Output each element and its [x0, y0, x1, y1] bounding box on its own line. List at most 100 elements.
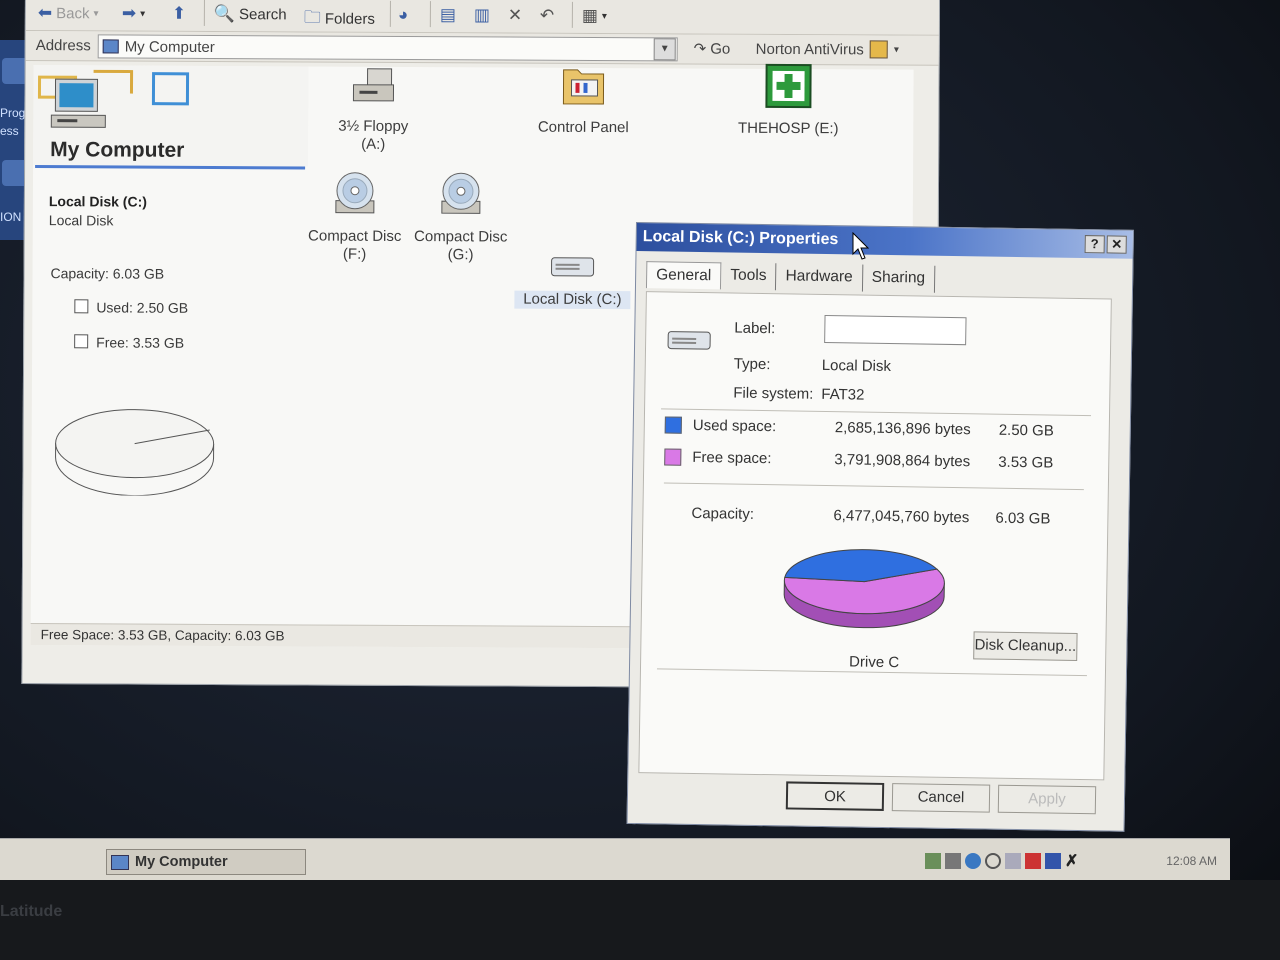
- copy-to-icon: ▥: [473, 5, 490, 25]
- clock: 12:08 AM: [1166, 854, 1217, 868]
- address-dropdown-button[interactable]: ▼: [653, 38, 676, 61]
- tab-sharing[interactable]: Sharing: [862, 264, 936, 293]
- folders-label: Folders: [324, 10, 375, 28]
- local-disk-c[interactable]: Local Disk (C:): [514, 254, 631, 310]
- item-label: Compact Disc: [413, 228, 508, 246]
- history-icon: ◕: [397, 4, 409, 25]
- tray-globe-icon[interactable]: [965, 853, 981, 869]
- cancel-button[interactable]: Cancel: [891, 783, 991, 813]
- views-grid-icon: ▦: [581, 5, 598, 26]
- volume-label-input[interactable]: [824, 314, 967, 346]
- used-space-gb: 2.50 GB: [998, 421, 1054, 440]
- general-tab-panel: Label: Type: Local Disk File system: FAT…: [638, 291, 1112, 781]
- help-button[interactable]: ?: [1084, 235, 1105, 254]
- tray-close-x-icon[interactable]: ✗: [1065, 851, 1078, 871]
- compact-disc-icon: [335, 172, 375, 214]
- tray-volume-icon[interactable]: [945, 853, 961, 869]
- go-label: Go: [710, 40, 731, 58]
- history-button[interactable]: ◕: [398, 5, 408, 25]
- move-to-button[interactable]: ▤: [440, 5, 456, 25]
- drive-usage-pie-chart: [783, 549, 945, 629]
- photo-scene: Prog ess ION ⬅ Back ▾ ➡ ▾ ⬆ 🔍 Search 🗀 F…: [0, 0, 1280, 960]
- desktop-label: ess: [0, 124, 19, 138]
- status-text: Free Space: 3.53 GB, Capacity: 6.03 GB: [40, 627, 285, 644]
- chevron-down-icon: ▾: [93, 7, 99, 19]
- back-arrow-icon: ⬅: [37, 3, 53, 23]
- disk-usage-mini-pie: [55, 409, 215, 497]
- norton-label: Norton AntiVirus: [755, 40, 864, 58]
- apply-button[interactable]: Apply: [997, 784, 1097, 815]
- monitor-bezel: [0, 880, 1280, 960]
- undo-button[interactable]: ↶: [540, 6, 554, 26]
- disk-cleanup-button[interactable]: Disk Cleanup...: [973, 631, 1078, 661]
- free-space-gb: 3.53 GB: [998, 453, 1054, 472]
- network-drive-e[interactable]: THEHOSP (E:): [733, 63, 843, 139]
- delete-button[interactable]: ✕: [508, 6, 522, 26]
- copy-to-button[interactable]: ▥: [474, 5, 490, 25]
- ok-button[interactable]: OK: [785, 781, 885, 811]
- type-label: Type:: [733, 355, 771, 374]
- address-label: Address: [35, 37, 91, 55]
- tray-app-icon[interactable]: [1045, 853, 1061, 869]
- filesystem-label: File system:: [733, 384, 814, 403]
- item-label: Control Panel: [537, 118, 629, 137]
- used-space-label: Used space:: [692, 416, 777, 436]
- norton-antivirus-toolbar[interactable]: Norton AntiVirus ▾: [756, 40, 899, 59]
- capacity-text: Capacity: 6.03 GB: [50, 265, 165, 282]
- filesystem-value: FAT32: [821, 385, 865, 404]
- cd-drive-f[interactable]: Compact Disc (F:): [305, 170, 405, 264]
- hard-disk-icon: [551, 257, 595, 277]
- item-label: Local Disk (C:): [514, 290, 631, 310]
- tray-monitor-icon[interactable]: [1005, 853, 1021, 869]
- taskbar-item-my-computer[interactable]: My Computer: [106, 849, 306, 875]
- free-space-bytes: 3,791,908,864 bytes: [834, 451, 971, 471]
- taskbar: My Computer ✗ 12:08 AM: [0, 838, 1230, 880]
- floppy-drive-icon: [352, 68, 395, 102]
- search-button[interactable]: 🔍 Search: [214, 4, 287, 24]
- capacity-bytes: 6,477,045,760 bytes: [833, 507, 970, 527]
- up-folder-button[interactable]: ⬆: [172, 4, 186, 24]
- floppy-drive-a[interactable]: 3½ Floppy (A:): [323, 67, 423, 155]
- folders-icon: 🗀: [303, 7, 321, 27]
- delete-x-icon: ✕: [507, 5, 523, 25]
- dialog-titlebar[interactable]: Local Disk (C:) Properties ? ✕: [636, 223, 1133, 259]
- mouse-cursor-icon: [852, 232, 870, 260]
- tab-hardware[interactable]: Hardware: [776, 263, 863, 292]
- search-label: Search: [239, 5, 287, 23]
- folders-button[interactable]: 🗀 Folders: [304, 4, 375, 33]
- free-space-label: Free space:: [692, 448, 772, 468]
- back-button[interactable]: ⬅ Back ▾: [38, 3, 99, 23]
- close-button[interactable]: ✕: [1106, 235, 1127, 254]
- type-value: Local Disk: [821, 356, 892, 376]
- go-button[interactable]: ↷ Go: [694, 40, 731, 58]
- tray-refresh-icon[interactable]: [985, 853, 1001, 869]
- undo-icon: ↶: [539, 5, 555, 25]
- free-text: Free: 3.53 GB: [96, 334, 185, 351]
- dialog-title: Local Disk (C:) Properties: [642, 228, 839, 249]
- capacity-label: Capacity:: [691, 504, 755, 523]
- page-title: My Computer: [50, 138, 185, 162]
- chevron-down-icon: ▾: [140, 8, 146, 20]
- system-tray: ✗ 12:08 AM: [925, 847, 1225, 875]
- up-folder-icon: ⬆: [171, 3, 187, 23]
- move-to-icon: ▤: [439, 5, 456, 25]
- used-text: Used: 2.50 GB: [96, 299, 189, 316]
- title-underline: [35, 165, 306, 170]
- views-button[interactable]: ▦ ▾: [582, 6, 607, 26]
- tray-network-icon[interactable]: [925, 853, 941, 869]
- free-legend-box: [74, 334, 89, 349]
- forward-button[interactable]: ➡ ▾: [122, 4, 145, 24]
- selected-item-type: Local Disk: [48, 212, 114, 229]
- item-label-2: (G:): [447, 246, 474, 264]
- back-label: Back: [56, 4, 90, 22]
- address-input[interactable]: My Computer: [97, 34, 678, 62]
- tab-general[interactable]: General: [645, 261, 722, 290]
- tray-flash-icon[interactable]: [1025, 853, 1041, 869]
- item-label-2: (F:): [342, 245, 367, 263]
- tab-tools[interactable]: Tools: [721, 262, 777, 291]
- control-panel-item[interactable]: Control Panel: [528, 62, 638, 138]
- item-label: Compact Disc: [307, 227, 402, 245]
- label-label: Label:: [734, 319, 776, 338]
- cd-drive-g[interactable]: Compact Disc (G:): [411, 171, 511, 265]
- used-space-bytes: 2,685,136,896 bytes: [834, 419, 971, 439]
